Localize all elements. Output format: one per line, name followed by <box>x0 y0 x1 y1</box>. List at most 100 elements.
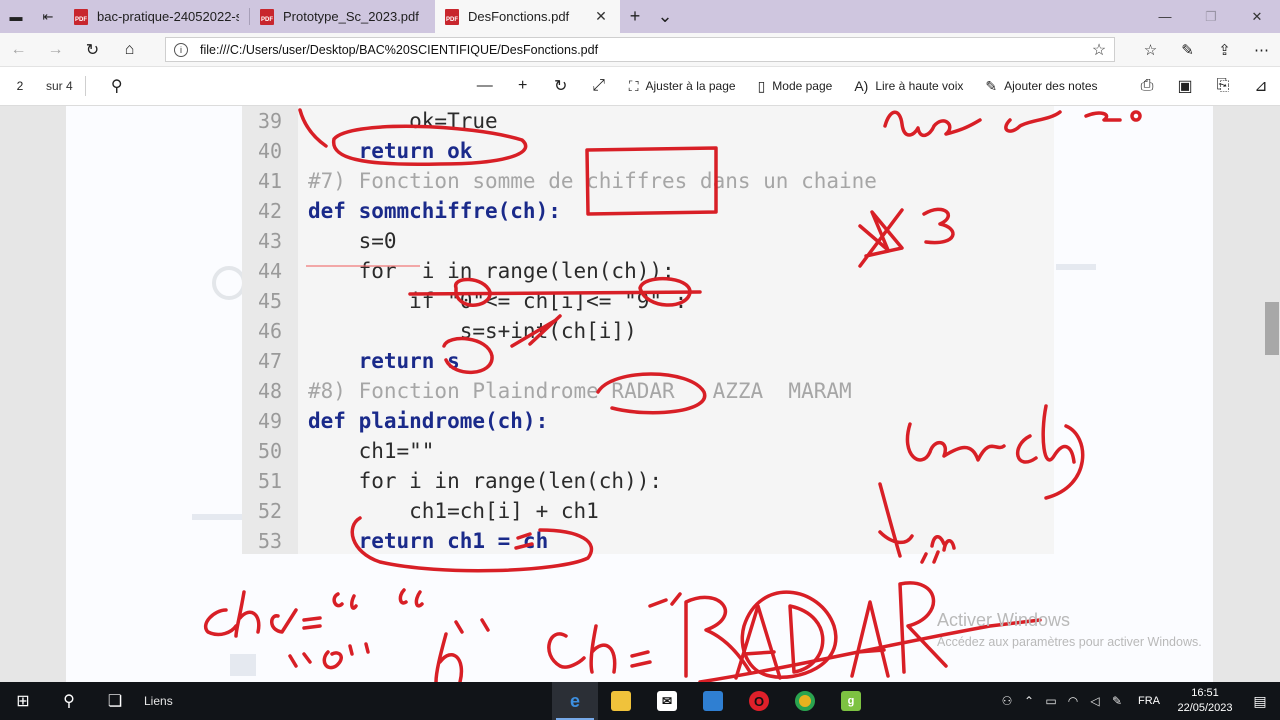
clock[interactable]: 16:51 22/05/2023 <box>1170 686 1240 716</box>
line-number: 41 <box>257 169 283 193</box>
minimize-icon[interactable]: — <box>1142 0 1188 33</box>
line-number: 42 <box>257 199 283 223</box>
chrome-icon <box>795 691 815 711</box>
line-number: 47 <box>257 349 283 373</box>
wifi-icon[interactable]: ◠ <box>1062 694 1084 708</box>
tab-bac-pratique[interactable]: PDF bac-pratique-24052022-sc- <box>64 0 249 33</box>
read-aloud-button[interactable]: A) Lire à haute voix <box>843 66 974 106</box>
read-aloud-label: Lire à haute voix <box>875 79 964 93</box>
chevron-down-icon[interactable]: ⌄ <box>650 0 680 33</box>
code-line: 52 ch1=ch[i] + ch1 <box>242 496 599 526</box>
taskbar-chrome[interactable] <box>782 682 828 720</box>
page-number-input[interactable]: 2 <box>6 74 34 98</box>
zoom-in-icon[interactable]: + <box>504 66 542 106</box>
taskbar-mail[interactable]: ✉ <box>644 682 690 720</box>
code-line: 50 ch1="" <box>242 436 434 466</box>
taskbar-store[interactable] <box>690 682 736 720</box>
refresh-icon[interactable]: ↻ <box>74 33 111 66</box>
store-icon <box>703 691 723 711</box>
taskbar-geogebra[interactable]: g <box>828 682 874 720</box>
tab-title: Prototype_Sc_2023.pdf <box>283 9 419 24</box>
input-language[interactable]: FRA <box>1138 695 1160 707</box>
forward-icon[interactable]: → <box>37 33 74 66</box>
close-window-icon[interactable]: ✕ <box>1234 0 1280 33</box>
restore-icon[interactable]: ❐ <box>1188 0 1234 33</box>
pin-toolbar-icon[interactable]: ⊿ <box>1242 66 1280 106</box>
more-icon[interactable]: ⋯ <box>1243 33 1280 66</box>
window-controls: — ❐ ✕ <box>1142 0 1280 33</box>
taskbar-apps: e ✉ O g <box>552 682 874 720</box>
page-mode-button[interactable]: ▯ Mode page <box>747 66 844 106</box>
taskbar-file-explorer[interactable] <box>598 682 644 720</box>
pdf-viewer[interactable]: 39 ok=True 40 return ok 41 #7) Fonction s… <box>0 106 1280 682</box>
code-line: 41 #7) Fonction somme de chiffres dans un… <box>242 166 877 196</box>
close-tab-icon[interactable]: ✕ <box>592 8 610 25</box>
read-aloud-icon: A) <box>854 78 869 94</box>
line-text: def plaindrome(ch): <box>308 409 549 433</box>
page-mode-label: Mode page <box>772 79 833 93</box>
window-menu-icon[interactable]: ▬ <box>0 0 32 33</box>
line-number: 39 <box>257 109 283 133</box>
clock-time: 16:51 <box>1191 687 1219 699</box>
search-icon[interactable]: ⚲ <box>46 682 92 720</box>
pdf-page: 39 ok=True 40 return ok 41 #7) Fonction s… <box>66 106 1213 682</box>
people-icon[interactable]: ⚇ <box>996 694 1018 708</box>
fit-page-label: Ajuster à la page <box>645 79 736 93</box>
zoom-out-icon[interactable]: — <box>466 66 504 106</box>
print-icon[interactable]: ⎙ <box>1128 66 1166 106</box>
pen-icon[interactable]: ✎ <box>1106 694 1128 708</box>
edge-icon: e <box>569 690 580 711</box>
line-number: 43 <box>257 229 283 253</box>
rotate-icon[interactable]: ↻ <box>542 66 580 106</box>
url-text: file:///C:/Users/user/Desktop/BAC%20SCIE… <box>200 42 599 57</box>
links-toolbar[interactable]: Liens <box>144 694 173 708</box>
save-icon[interactable]: ▣ <box>1166 66 1204 106</box>
notifications-icon[interactable]: ▤ <box>1240 693 1280 710</box>
line-text: for i in range(len(ch)): <box>308 469 663 493</box>
save-as-icon[interactable]: ⎘ <box>1204 66 1242 106</box>
tab-prototype[interactable]: PDF Prototype_Sc_2023.pdf <box>250 0 435 33</box>
code-line: 42 def sommchiffre(ch): <box>242 196 561 226</box>
pen-notes-icon[interactable]: ✎ <box>1169 33 1206 66</box>
fit-page-button[interactable]: ⛶ Ajuster à la page <box>618 66 747 106</box>
share-icon[interactable]: ⇪ <box>1206 33 1243 66</box>
clock-date: 22/05/2023 <box>1177 702 1233 714</box>
line-number: 53 <box>257 529 283 553</box>
code-line: 44 for i in range(len(ch)): <box>242 256 675 286</box>
line-text: s=s+int(ch[i]) <box>308 319 637 343</box>
task-view-icon[interactable]: ❏ <box>92 682 138 720</box>
back-icon[interactable]: ← <box>0 33 37 66</box>
code-line: 39 ok=True <box>242 106 498 136</box>
tab-desfonctions[interactable]: PDF DesFonctions.pdf ✕ <box>435 0 620 33</box>
volume-icon[interactable]: ◁ <box>1084 694 1106 708</box>
toolbar-divider <box>84 76 86 96</box>
code-line: 47 return s <box>242 346 460 376</box>
add-notes-button[interactable]: ✎ Ajouter des notes <box>974 66 1108 106</box>
opera-icon: O <box>749 691 769 711</box>
chevron-up-icon[interactable]: ⌃ <box>1018 694 1040 708</box>
favorites-icon[interactable]: ☆ <box>1132 33 1169 66</box>
vertical-scrollbar[interactable] <box>1264 106 1280 682</box>
pdf-file-icon: PDF <box>445 8 459 25</box>
pdf-file-icon: PDF <box>260 8 274 25</box>
new-tab-icon[interactable]: + <box>620 0 650 33</box>
favorite-star-icon[interactable]: ☆ <box>1084 40 1114 60</box>
url-field[interactable]: i file:///C:/Users/user/Desktop/BAC%20SC… <box>165 37 1115 62</box>
home-icon[interactable]: ⌂ <box>111 33 148 66</box>
line-text: #8) Fonction Plaindrome RADAR AZZA MARAM <box>308 379 852 403</box>
activate-windows-watermark: Activer Windows Accédez aux paramètres p… <box>937 610 1202 649</box>
info-icon[interactable]: i <box>174 42 188 57</box>
search-icon[interactable]: ⚲ <box>98 66 136 106</box>
scrollbar-thumb[interactable] <box>1265 302 1279 355</box>
browser-actions: ☆ ✎ ⇪ ⋯ <box>1132 33 1280 66</box>
set-aside-tabs-icon[interactable]: ⇤ <box>32 0 64 33</box>
page-mark <box>212 266 246 300</box>
mail-icon: ✉ <box>657 691 677 711</box>
taskbar-edge[interactable]: e <box>552 682 598 720</box>
fullscreen-icon[interactable]: ⤢ <box>580 66 618 106</box>
windows-start-icon[interactable]: ⊞ <box>0 682 46 720</box>
battery-icon[interactable]: ▭ <box>1040 694 1062 708</box>
pdf-file-icon: PDF <box>74 8 88 25</box>
taskbar-opera[interactable]: O <box>736 682 782 720</box>
line-text: ch1="" <box>308 439 435 463</box>
